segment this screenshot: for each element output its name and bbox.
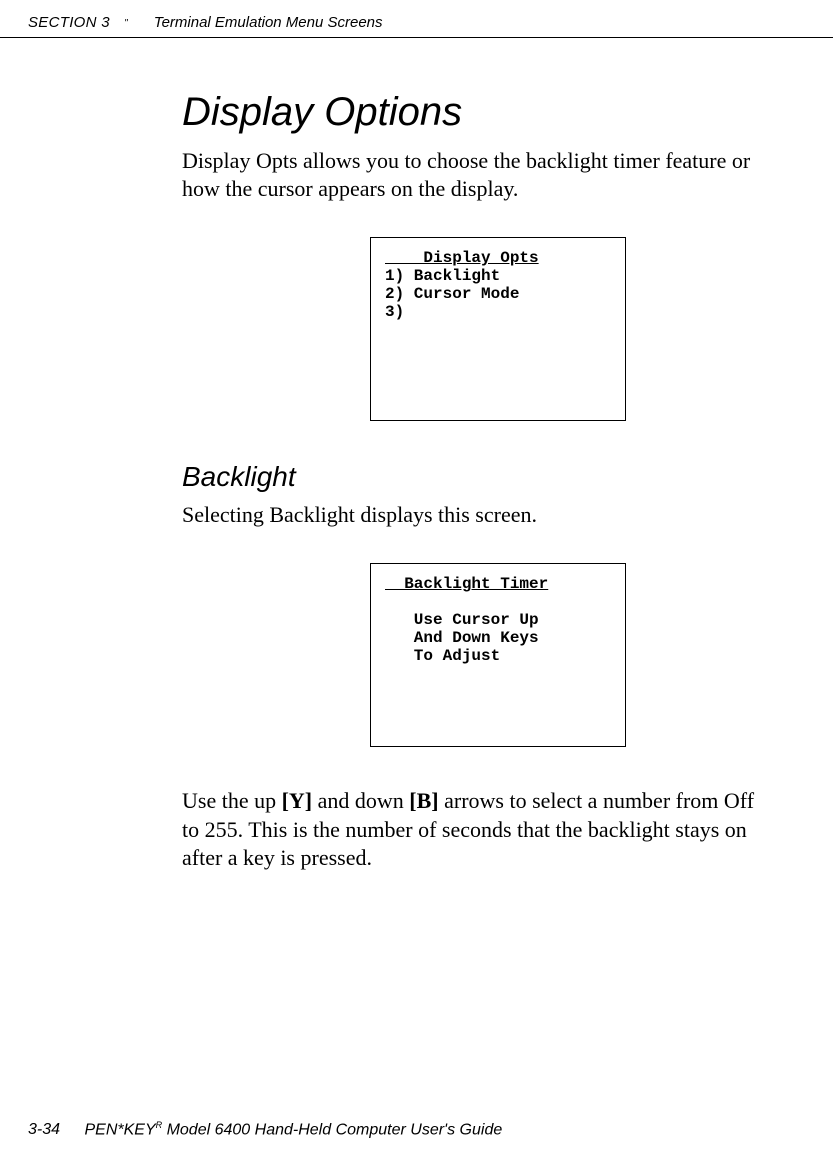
- intro-paragraph: Display Opts allows you to choose the ba…: [182, 147, 775, 203]
- backlight-heading: Backlight: [182, 461, 775, 493]
- section-label: SECTION 3: [28, 14, 110, 31]
- header-title: Terminal Emulation Menu Screens: [154, 14, 383, 31]
- main-content: Display Options Display Opts allows you …: [182, 90, 775, 906]
- text-part-a: Use the up: [182, 788, 282, 813]
- page-title: Display Options: [182, 90, 775, 135]
- screen1-option-1: 1) Backlight: [385, 267, 500, 285]
- screen1-option-3: 3): [385, 303, 404, 321]
- key-down: [B]: [409, 788, 438, 813]
- footer-product-name: PEN*KEY: [84, 1121, 155, 1138]
- footer-guide-title: Model 6400 Hand-Held Computer User's Gui…: [162, 1121, 502, 1138]
- screen1-option-2: 2) Cursor Mode: [385, 285, 519, 303]
- key-up: [Y]: [282, 788, 313, 813]
- header-line: SECTION 3 " Terminal Emulation Menu Scre…: [28, 14, 805, 31]
- screen2-line-1: Use Cursor Up: [385, 611, 539, 629]
- display-opts-screen: Display Opts 1) Backlight 2) Cursor Mode…: [370, 237, 626, 421]
- screen2-title: Backlight Timer: [385, 575, 548, 593]
- header-separator: ": [124, 18, 128, 29]
- screen2-line-2: And Down Keys: [385, 629, 539, 647]
- backlight-intro: Selecting Backlight displays this screen…: [182, 501, 775, 529]
- page-header: SECTION 3 " Terminal Emulation Menu Scre…: [0, 0, 833, 38]
- backlight-instructions: Use the up [Y] and down [B] arrows to se…: [182, 787, 775, 871]
- page-number: 3-34: [28, 1121, 60, 1139]
- screen2-line-3: To Adjust: [385, 647, 500, 665]
- text-part-b: and down: [312, 788, 409, 813]
- screen1-title: Display Opts: [385, 249, 539, 267]
- page-footer: 3-34 PEN*KEYR Model 6400 Hand-Held Compu…: [28, 1120, 805, 1139]
- backlight-timer-screen: Backlight Timer Use Cursor Up And Down K…: [370, 563, 626, 747]
